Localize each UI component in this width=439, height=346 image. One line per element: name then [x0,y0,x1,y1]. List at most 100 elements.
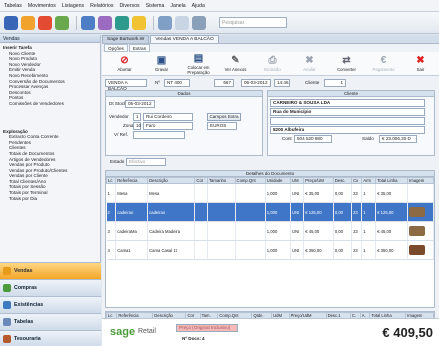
toolbar-search-input[interactable]: Pesquisar [219,17,287,28]
menu-item-1[interactable]: Movimentos [28,3,56,9]
menu-item-6[interactable]: Janela [170,3,185,9]
cell-qty[interactable]: 1,000 [265,240,292,260]
cell-um[interactable]: UNI [290,240,305,260]
cell-desc[interactable]: Mesa [147,183,196,203]
task-item-9[interactable]: Comissões de Vendedores [3,101,97,107]
cell-empty[interactable] [235,221,266,241]
config-icon[interactable] [192,15,206,30]
cell-cx[interactable]: 23 [351,221,363,241]
cell-desc_pct[interactable]: 0,00 [333,202,353,222]
menu-item-7[interactable]: Ajuda [192,3,205,9]
cell-lc[interactable]: 3 [106,221,117,241]
cell-ref[interactable]: Mesa [115,183,149,203]
client-address-field[interactable]: Rua do Município [270,108,425,116]
cell-price[interactable]: € 125,00 [303,202,334,222]
cell-qty[interactable]: 1,000 [265,183,292,203]
cell-desc[interactable]: cadeirao [147,202,196,222]
cell-desc[interactable]: Cama Casal 1t [147,240,196,260]
cell-um[interactable]: UNI [290,202,305,222]
tab-opcoes[interactable]: Opções [104,44,128,52]
table-row[interactable]: 3 cadeiraMa Cadeira Madeira 1,000 UNI € 45,00… [106,221,434,241]
table-row[interactable]: 4 Cama1 Cama Casal 1t 1,000 UNI € 350,00 0,00 2… [106,240,434,260]
menu-item-3[interactable]: Relatórios [90,3,113,9]
cell-empty[interactable] [207,183,236,203]
cell-total[interactable]: € 350,00 [375,240,409,260]
tab-sage[interactable]: Sage Bartwork.W [102,35,150,43]
stock-icon[interactable] [55,15,69,30]
cell-ref[interactable]: Cama1 [115,240,149,260]
cell-total[interactable]: € 125,00 [375,202,409,222]
v-ref-field[interactable] [133,131,185,139]
converter-button[interactable]: ⇄ Converter [328,53,365,75]
cell-empty[interactable] [207,221,236,241]
purchases-icon[interactable] [38,15,52,30]
cell-cx[interactable]: 23 [351,240,363,260]
menu-item-2[interactable]: Listagens [62,3,84,9]
cell-ref[interactable]: cadeiraMa [115,221,149,241]
suppliers-icon[interactable] [98,15,112,30]
table-row[interactable]: 2 cadeirao cadeirao 1,000 UNI € 125,00 0,00 23 1… [106,202,434,222]
menu-item-5[interactable]: Sistema [146,3,165,9]
cell-empty[interactable] [194,202,208,222]
cell-qty[interactable]: 1,000 [265,221,292,241]
menu-item-4[interactable]: Diversos [119,3,139,9]
sair-button[interactable]: ✖ Sair [402,53,439,75]
campos-extra-button[interactable]: Campos Extra [207,113,241,121]
cell-um[interactable]: UNI [290,183,305,203]
cell-total[interactable]: € 45,00 [375,221,409,241]
cell-price[interactable]: € 45,00 [303,221,334,241]
cell-empty[interactable] [207,202,236,222]
tools-icon[interactable] [158,15,172,30]
cell-empty[interactable] [194,221,208,241]
cell-empty[interactable] [235,240,266,260]
dt-stock-field[interactable]: 05-03-2012 [125,100,155,108]
report-item-11[interactable]: Totais por Dia [3,196,97,202]
tab-vendas[interactable]: Vendas VENDA A BALCÃO [150,35,219,43]
contribuinte-field[interactable]: 504 520 980 [294,135,332,143]
serie-select[interactable]: NT 400 [164,79,190,87]
nav-compras-button[interactable]: Compras [0,279,101,296]
doc-type-select[interactable]: VENDA A BALCÃO [105,79,147,91]
zona-name-field[interactable]: Faro [143,122,193,130]
nav-tabelas-button[interactable]: Tabelas [0,313,101,330]
pagamento-button[interactable]: € Pagamento [365,53,402,75]
cell-arm[interactable]: 1 [361,240,377,260]
client-number-field[interactable]: 1 [324,79,346,87]
cell-desc_pct[interactable]: 0,00 [333,221,353,241]
tab-extras[interactable]: Extras [128,44,150,52]
app-icon[interactable] [4,15,18,30]
print-icon[interactable] [175,15,189,30]
cell-lc[interactable]: 1 [106,183,117,203]
vendedor-name-field[interactable]: Rui Cordeiro [143,113,193,121]
cell-um[interactable]: UNI [290,221,305,241]
gravar-button[interactable]: ▣ Gravar [143,53,180,75]
cell-cx[interactable]: 23 [351,202,363,222]
client-address2-field[interactable] [270,117,425,125]
table-row[interactable]: 1 Mesa Mesa 1,000 UNI € 35,00 0,00 23 1 € 35,00 [106,183,434,203]
cell-ref[interactable]: cadeirao [115,202,149,222]
cell-total[interactable]: € 35,00 [375,183,409,203]
cell-lc[interactable]: 4 [106,240,117,260]
cell-empty[interactable] [235,202,266,222]
cell-empty[interactable] [194,183,208,203]
zona-number-field[interactable]: 10 [133,122,141,130]
cell-desc_pct[interactable]: 0,00 [333,183,353,203]
abortar-button[interactable]: ⊘ Abortar [106,53,143,75]
anular-button[interactable]: ✖ Anular [291,53,328,75]
cell-empty[interactable] [207,240,236,260]
cell-desc[interactable]: Cadeira Madeira [147,221,196,241]
nav-tesouraria-button[interactable]: Tesouraria [0,330,101,346]
cell-cx[interactable]: 23 [351,183,363,203]
menu-item-0[interactable]: Tabelas [4,3,22,9]
emissão-button[interactable]: ⎙ Emissão [254,53,291,75]
cell-desc_pct[interactable]: 0,00 [333,240,353,260]
cell-price[interactable]: € 350,00 [303,240,334,260]
cell-arm[interactable]: 1 [361,202,377,222]
nav-existências-button[interactable]: Existências [0,296,101,313]
cell-arm[interactable]: 1 [361,221,377,241]
cell-empty[interactable] [194,240,208,260]
time-field[interactable]: 14:46 [274,79,290,87]
doc-number-field[interactable]: 667 [214,79,234,87]
cell-qty[interactable]: 1,000 [265,202,292,222]
sales-icon[interactable] [21,15,35,30]
